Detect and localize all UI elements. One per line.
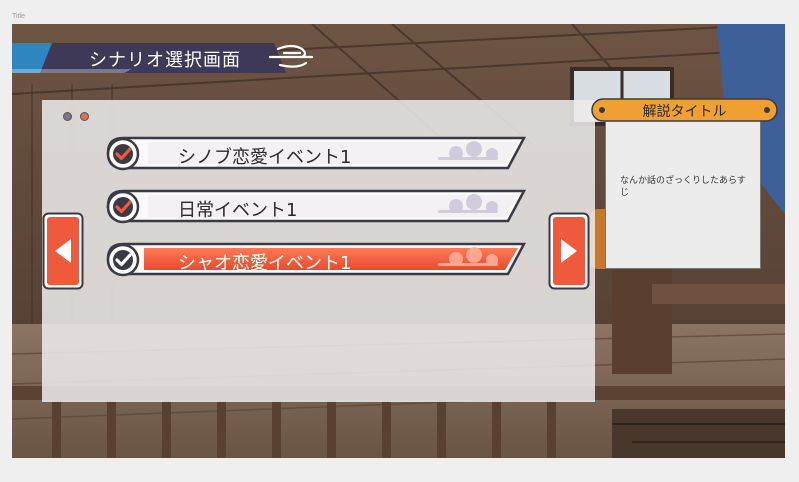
checkmark-icon bbox=[106, 243, 140, 277]
scenario-item-shao-romance-1[interactable]: シャオ恋愛イベント1 bbox=[104, 241, 530, 279]
checkmark-icon bbox=[106, 137, 140, 171]
scenario-item-label: 日常イベント1 bbox=[178, 200, 298, 221]
scenario-item-plate bbox=[106, 189, 527, 223]
description-text: なんか話のざっくりしたあらすじ bbox=[620, 176, 746, 198]
next-page-button[interactable] bbox=[548, 212, 590, 290]
scene-title-banner: シナリオ選択画面 bbox=[12, 39, 324, 77]
game-screen: シナリオ選択画面 シノブ恋愛イベント1 日常イベント1 シャオ恋愛イベント1 な… bbox=[12, 24, 785, 458]
checkmark-icon bbox=[106, 190, 140, 224]
arrow-right-icon bbox=[548, 212, 590, 290]
scenario-item-label: シノブ恋愛イベント1 bbox=[178, 147, 352, 168]
scenario-list-panel: シノブ恋愛イベント1 日常イベント1 シャオ恋愛イベント1 bbox=[42, 100, 595, 402]
previous-page-button[interactable] bbox=[42, 212, 84, 290]
scenario-item-shinobu-romance-1[interactable]: シノブ恋愛イベント1 bbox=[104, 135, 530, 173]
scenario-item-label: シャオ恋愛イベント1 bbox=[178, 253, 352, 274]
page-title: シナリオ選択画面 bbox=[89, 50, 241, 71]
description-title: 解説タイトル bbox=[642, 104, 727, 120]
description-title-bar: 解説タイトル bbox=[591, 98, 778, 122]
window-title: Title bbox=[12, 13, 25, 20]
scenario-item-daily-1[interactable]: 日常イベント1 bbox=[104, 188, 530, 226]
window-dot-icon bbox=[80, 112, 89, 121]
description-panel: なんか話のざっくりしたあらすじ bbox=[605, 116, 761, 269]
window-dot-icon bbox=[63, 112, 72, 121]
arrow-left-icon bbox=[42, 212, 84, 290]
